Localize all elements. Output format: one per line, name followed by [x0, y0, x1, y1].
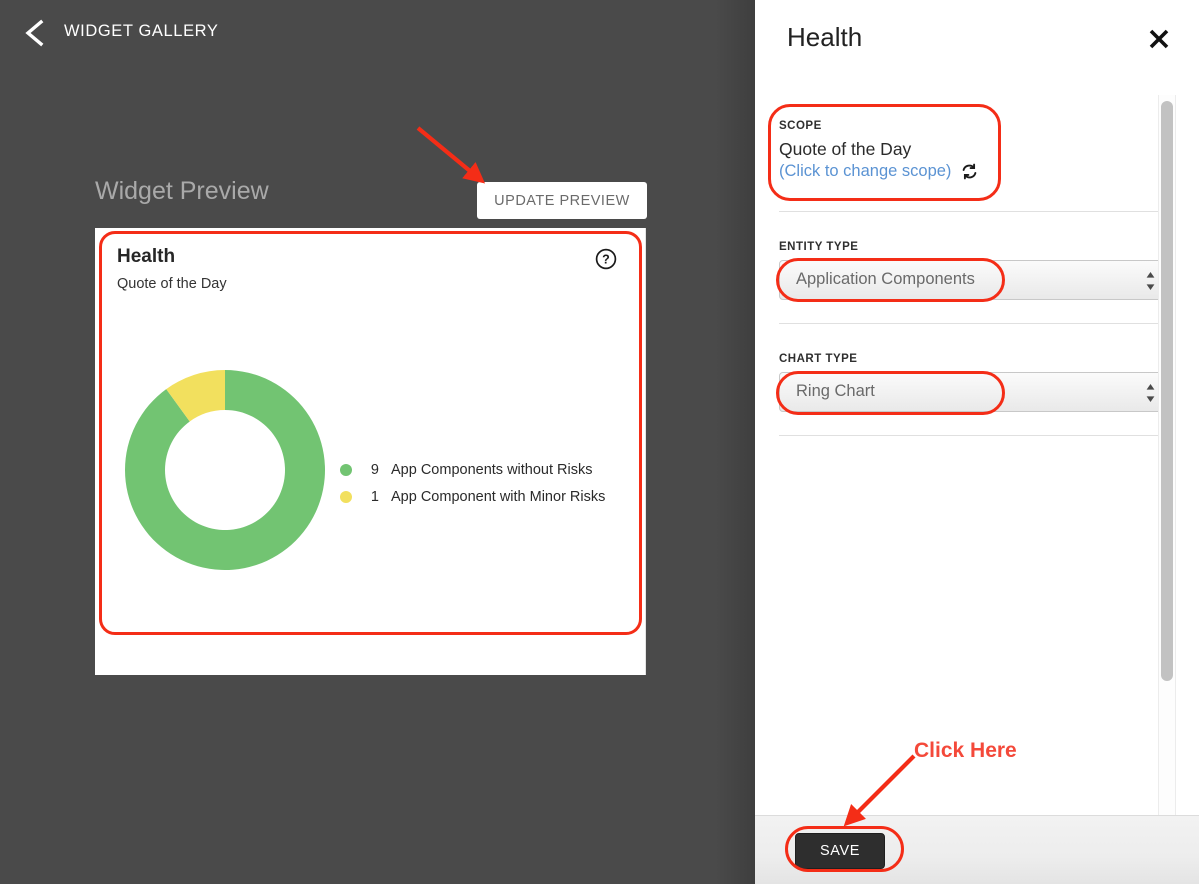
widget-preview-card: Health Quote of the Day ? 9 App Componen… — [95, 228, 646, 675]
chart-type-value: Ring Chart — [796, 382, 875, 400]
divider — [779, 323, 1169, 324]
legend-value: 1 — [370, 488, 379, 505]
chart-legend: 9 App Components without Risks 1 App Com… — [340, 456, 605, 510]
scope-value: Quote of the Day — [779, 139, 912, 159]
close-icon[interactable] — [1147, 27, 1171, 51]
screen-root: WIDGET GALLERY Widget Preview UPDATE PRE… — [0, 0, 1199, 884]
panel-footer: SAVE — [755, 815, 1199, 884]
update-preview-button[interactable]: UPDATE PREVIEW — [477, 182, 647, 219]
entity-type-field: ENTITY TYPE Application Components — [779, 241, 1175, 300]
scope-label: SCOPE — [779, 120, 822, 132]
scope-field: SCOPE Quote of the Day (Click to change … — [779, 120, 1175, 181]
question-circle-icon[interactable]: ? — [595, 248, 617, 270]
legend-item: 1 App Component with Minor Risks — [340, 483, 605, 510]
legend-item: 9 App Components without Risks — [340, 456, 605, 483]
chart-type-select[interactable]: Ring Chart — [779, 372, 1169, 412]
change-scope-link[interactable]: (Click to change scope) — [779, 162, 951, 181]
legend-color-swatch — [340, 490, 352, 503]
panel-scrollbar-thumb[interactable] — [1161, 101, 1173, 681]
up-down-arrows-icon — [1146, 384, 1155, 402]
up-down-arrows-icon — [1146, 272, 1155, 290]
save-button[interactable]: SAVE — [795, 833, 885, 869]
divider — [779, 435, 1169, 436]
legend-value: 9 — [370, 461, 379, 478]
chart-type-label: CHART TYPE — [779, 353, 858, 365]
svg-text:?: ? — [602, 253, 610, 267]
divider — [779, 211, 1169, 212]
chevron-left-icon[interactable] — [20, 18, 48, 48]
legend-label: App Component with Minor Risks — [391, 488, 606, 505]
legend-label: App Components without Risks — [391, 461, 593, 478]
legend-color-swatch — [340, 463, 352, 476]
chart-type-field: CHART TYPE Ring Chart — [779, 353, 1175, 412]
entity-type-select[interactable]: Application Components — [779, 260, 1169, 300]
ring-chart — [125, 370, 325, 570]
entity-type-value: Application Components — [796, 270, 975, 288]
panel-title: Health — [787, 22, 863, 52]
widget-card-title: Health — [117, 246, 176, 267]
widget-card-subtitle: Quote of the Day — [117, 276, 227, 292]
click-here-annotation: Click Here — [914, 739, 1017, 762]
main-content-area: WIDGET GALLERY Widget Preview UPDATE PRE… — [0, 0, 755, 884]
entity-type-label: ENTITY TYPE — [779, 241, 859, 253]
top-bar: WIDGET GALLERY — [0, 0, 755, 66]
panel-body: SCOPE Quote of the Day (Click to change … — [755, 86, 1199, 815]
panel-header: Health — [755, 0, 1199, 86]
page-title: WIDGET GALLERY — [64, 22, 219, 40]
panel-drop-shadow — [715, 0, 755, 884]
widget-preview-label: Widget Preview — [95, 177, 269, 205]
refresh-icon[interactable] — [961, 163, 978, 180]
